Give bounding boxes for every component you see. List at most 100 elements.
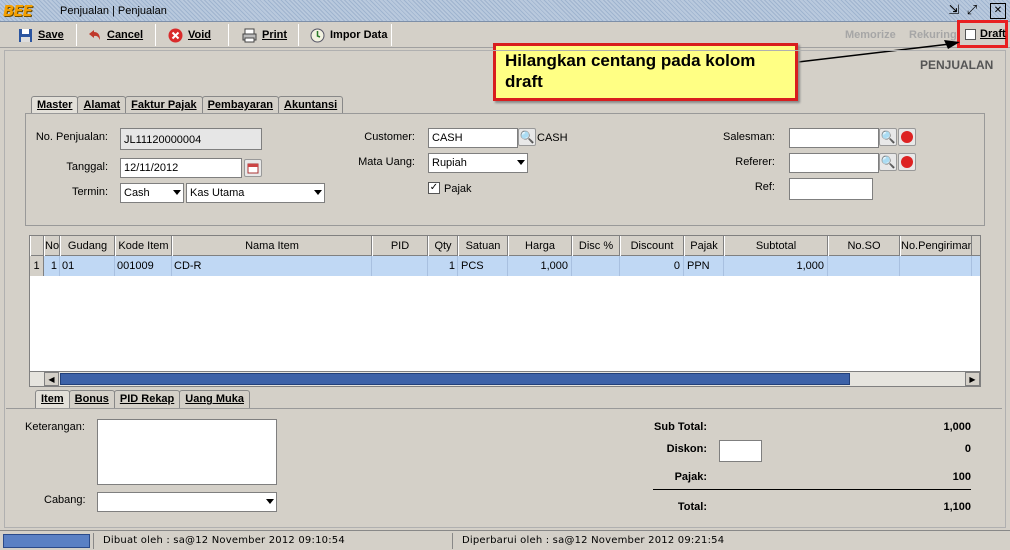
app-logo: BEE bbox=[3, 1, 33, 20]
tab-bonus[interactable]: Bonus bbox=[68, 390, 115, 408]
col-no-so[interactable]: No.SO bbox=[828, 236, 900, 256]
cancel-label: Cancel bbox=[107, 29, 144, 41]
tanggal-label: Tanggal: bbox=[66, 161, 108, 173]
grid-header: No Gudang Kode Item Nama Item PID Qty Sa… bbox=[30, 236, 980, 256]
grid-horizontal-scrollbar[interactable]: ◀ ▶ bbox=[29, 371, 981, 387]
keterangan-label: Keterangan: bbox=[25, 421, 85, 433]
save-button[interactable]: Save bbox=[18, 26, 64, 44]
draft-checkbox[interactable] bbox=[965, 29, 976, 40]
draft-label: Draft bbox=[980, 28, 1006, 40]
tab-pembayaran[interactable]: Pembayaran bbox=[201, 96, 280, 114]
tab-akuntansi[interactable]: Akuntansi bbox=[278, 96, 344, 114]
no-penjualan-field[interactable]: JL11120000004 bbox=[120, 128, 262, 150]
calendar-icon[interactable] bbox=[244, 159, 262, 177]
customer-search-icon[interactable]: 🔍 bbox=[518, 128, 536, 146]
col-subtotal[interactable]: Subtotal bbox=[724, 236, 828, 256]
undo-arrow-icon bbox=[87, 28, 102, 43]
void-icon bbox=[168, 28, 183, 43]
cabang-select[interactable] bbox=[97, 492, 277, 512]
pajak-label: Pajak bbox=[444, 183, 472, 195]
void-button[interactable]: Void bbox=[168, 26, 211, 44]
col-no[interactable]: No bbox=[44, 236, 60, 256]
master-tabs: Master Alamat Faktur Pajak Pembayaran Ak… bbox=[31, 96, 344, 115]
table-row[interactable]: 1 01 001009 CD-R 1 PCS 1,000 0 PPN 1,000 bbox=[44, 256, 980, 276]
scroll-right-icon[interactable]: ▶ bbox=[965, 372, 980, 386]
diskon-value: 0 bbox=[964, 443, 971, 455]
ref-field[interactable] bbox=[789, 178, 873, 200]
save-label: Save bbox=[38, 29, 64, 41]
diskon-input[interactable] bbox=[719, 440, 762, 462]
customer-field[interactable]: CASH bbox=[428, 128, 518, 148]
salesman-search-icon[interactable]: 🔍 bbox=[879, 128, 897, 146]
salesman-field[interactable] bbox=[789, 128, 879, 148]
items-grid[interactable]: No Gudang Kode Item Nama Item PID Qty Sa… bbox=[29, 235, 981, 387]
salesman-clear-icon[interactable] bbox=[898, 128, 916, 146]
no-penjualan-label: No. Penjualan: bbox=[35, 131, 108, 143]
col-qty[interactable]: Qty bbox=[428, 236, 458, 256]
floppy-icon bbox=[18, 28, 33, 43]
col-harga[interactable]: Harga bbox=[508, 236, 572, 256]
col-disc-pct[interactable]: Disc % bbox=[572, 236, 620, 256]
import-data-button[interactable]: Impor Data bbox=[310, 26, 387, 44]
close-icon[interactable]: ✕ bbox=[990, 3, 1006, 19]
termin-select[interactable]: Cash bbox=[120, 183, 184, 203]
col-satuan[interactable]: Satuan bbox=[458, 236, 508, 256]
col-discount[interactable]: Discount bbox=[620, 236, 684, 256]
scroll-left-icon[interactable]: ◀ bbox=[44, 372, 59, 386]
col-no-pengiriman[interactable]: No.Pengiriman bbox=[900, 236, 972, 256]
referer-clear-icon[interactable] bbox=[898, 153, 916, 171]
salesman-label: Salesman: bbox=[723, 131, 775, 143]
updated-by-status: Diperbarui oleh : sa@12 November 2012 09… bbox=[462, 535, 725, 546]
totals-divider bbox=[653, 489, 971, 490]
window-title: Penjualan | Penjualan bbox=[60, 5, 167, 17]
scroll-thumb[interactable] bbox=[60, 373, 850, 385]
pajak-total-label: Pajak: bbox=[674, 471, 707, 483]
mata-uang-label: Mata Uang: bbox=[358, 156, 415, 168]
printer-icon bbox=[242, 28, 257, 43]
cabang-label: Cabang: bbox=[44, 494, 86, 506]
col-kode-item[interactable]: Kode Item bbox=[115, 236, 172, 256]
pajak-checkbox[interactable]: ✓ bbox=[428, 182, 440, 194]
mata-uang-select[interactable]: Rupiah bbox=[428, 153, 528, 173]
sub-total-label: Sub Total: bbox=[654, 421, 707, 433]
maximize-icon[interactable]: ⤢ bbox=[964, 3, 980, 19]
tab-item[interactable]: Item bbox=[35, 390, 70, 409]
tanggal-field[interactable]: 12/11/2012 bbox=[120, 158, 242, 178]
print-label: Print bbox=[262, 29, 288, 41]
col-gudang[interactable]: Gudang bbox=[60, 236, 115, 256]
import-icon bbox=[310, 28, 325, 43]
tab-faktur-pajak[interactable]: Faktur Pajak bbox=[125, 96, 203, 114]
referer-label: Referer: bbox=[735, 156, 775, 168]
cancel-button[interactable]: Cancel bbox=[87, 26, 143, 44]
status-bar: Dibuat oleh : sa@12 November 2012 09:10:… bbox=[0, 530, 1010, 550]
row-number[interactable]: 1 bbox=[30, 256, 44, 276]
referer-search-icon[interactable]: 🔍 bbox=[879, 153, 897, 171]
pajak-total-value: 100 bbox=[952, 471, 971, 483]
customer-label: Customer: bbox=[364, 131, 415, 143]
col-pajak[interactable]: Pajak bbox=[684, 236, 724, 256]
termin-label: Termin: bbox=[71, 186, 108, 198]
created-by-status: Dibuat oleh : sa@12 November 2012 09:10:… bbox=[103, 535, 345, 546]
minimize-icon[interactable]: ⇲ bbox=[946, 3, 962, 19]
total-value: 1,100 bbox=[943, 501, 971, 513]
bottom-tabs: Item Bonus PID Rekap Uang Muka bbox=[35, 390, 250, 409]
status-progress bbox=[3, 534, 90, 548]
tab-uang-muka[interactable]: Uang Muka bbox=[179, 390, 250, 408]
col-pid[interactable]: PID bbox=[372, 236, 428, 256]
customer-name: CASH bbox=[537, 132, 568, 144]
window-titlebar: BEE Penjualan | Penjualan ⇲ ⤢ ✕ bbox=[0, 0, 1010, 22]
keterangan-textarea[interactable] bbox=[97, 419, 277, 485]
diskon-label: Diskon: bbox=[666, 443, 707, 455]
tab-alamat[interactable]: Alamat bbox=[77, 96, 127, 114]
page-title: PENJUALAN bbox=[920, 58, 994, 72]
void-label: Void bbox=[188, 29, 212, 41]
col-nama-item[interactable]: Nama Item bbox=[172, 236, 372, 256]
tab-pid-rekap[interactable]: PID Rekap bbox=[113, 390, 181, 408]
import-label: Impor Data bbox=[330, 29, 388, 41]
ref-label: Ref: bbox=[754, 181, 775, 193]
kas-select[interactable]: Kas Utama bbox=[186, 183, 325, 203]
print-button[interactable]: Print bbox=[242, 26, 287, 44]
referer-field[interactable] bbox=[789, 153, 879, 173]
total-label: Total: bbox=[677, 501, 707, 513]
sub-total-value: 1,000 bbox=[943, 421, 971, 433]
